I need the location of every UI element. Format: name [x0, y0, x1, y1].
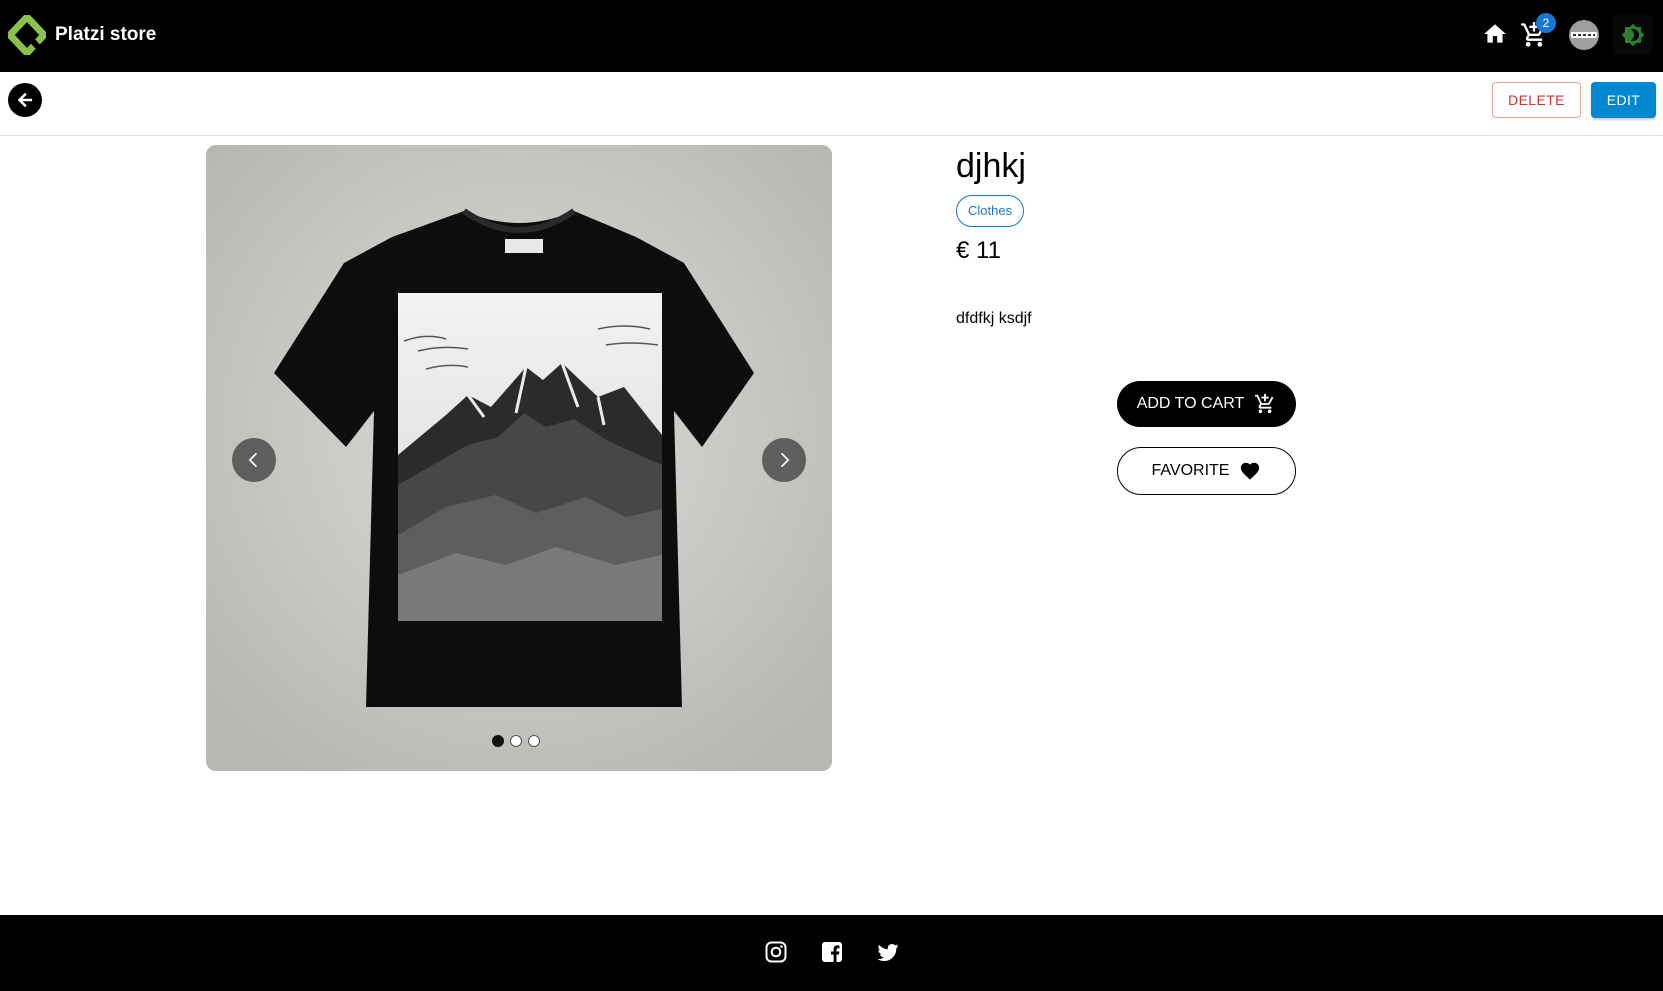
carousel-dot-2[interactable]: [510, 735, 522, 747]
facebook-icon[interactable]: [820, 940, 844, 964]
product-image: [206, 145, 832, 771]
avatar-image: [1571, 32, 1597, 38]
cart-count-badge: 2: [1536, 13, 1556, 33]
add-to-cart-label: ADD TO CART: [1136, 395, 1245, 412]
carousel-dot-3[interactable]: [528, 735, 540, 747]
carousel-next-button[interactable]: [762, 438, 806, 482]
avatar[interactable]: [1569, 20, 1599, 50]
product-description: dfdfkj ksdjf: [956, 310, 1032, 327]
add-to-cart-button[interactable]: ADD TO CART: [1117, 381, 1296, 427]
back-button[interactable]: [8, 83, 42, 117]
category-chip[interactable]: Clothes: [956, 195, 1025, 227]
add-shopping-cart-icon: [1255, 393, 1274, 414]
action-bar: DELETE EDIT: [0, 72, 1663, 136]
edit-button[interactable]: EDIT: [1591, 82, 1656, 118]
delete-button[interactable]: DELETE: [1492, 82, 1581, 118]
arrow-back-icon: [17, 92, 33, 108]
logo-icon[interactable]: [8, 15, 46, 55]
product-image-carousel: [206, 145, 832, 771]
brightness-icon: [1621, 23, 1645, 47]
chevron-right-icon: [780, 452, 790, 468]
carousel-prev-button[interactable]: [232, 438, 276, 482]
footer: [0, 915, 1663, 991]
carousel-dot-1[interactable]: [492, 735, 504, 747]
home-icon[interactable]: [1482, 21, 1508, 47]
theme-toggle-button[interactable]: [1613, 15, 1653, 55]
twitter-icon[interactable]: [876, 940, 900, 964]
favorite-label: FAVORITE: [1151, 462, 1230, 479]
chevron-left-icon: [248, 452, 258, 468]
favorite-button[interactable]: FAVORITE: [1117, 447, 1296, 495]
instagram-icon[interactable]: [764, 940, 788, 964]
brand-title[interactable]: Platzi store: [55, 24, 156, 46]
carousel-dots: [492, 735, 540, 747]
top-navbar: Platzi store 2: [0, 0, 1663, 72]
product-price: € 11: [956, 237, 1001, 264]
heart-icon: [1241, 462, 1260, 480]
product-title: djhkj: [956, 147, 1026, 185]
